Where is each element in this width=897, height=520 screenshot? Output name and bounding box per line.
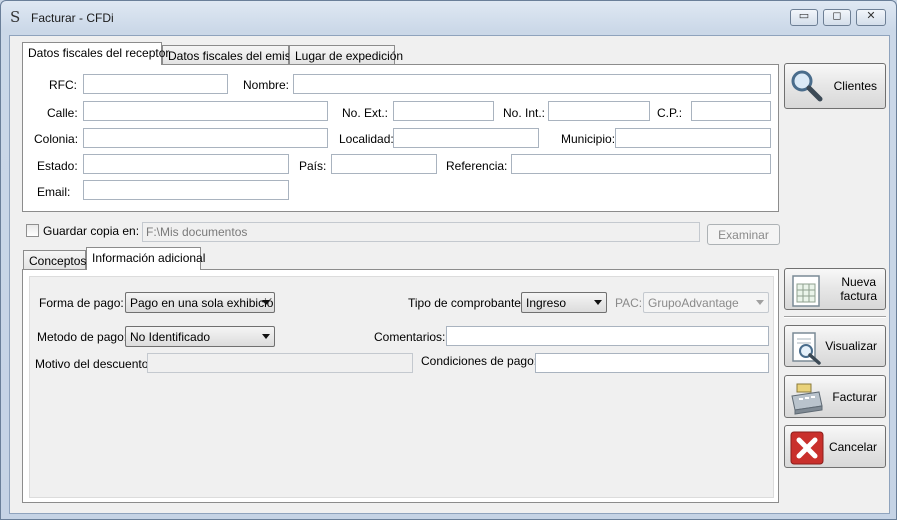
tab-conceptos[interactable]: Conceptos — [23, 250, 86, 271]
cp-label: C.P.: — [657, 106, 683, 120]
red-x-icon — [790, 431, 824, 465]
nueva-factura-line2: factura — [840, 289, 877, 303]
tipo-comprobante-select[interactable]: Ingreso — [521, 292, 607, 313]
magnifier-icon — [791, 70, 823, 102]
cancelar-label: Cancelar — [828, 439, 877, 454]
motivo-descuento-input[interactable] — [147, 353, 413, 373]
email-label: Email: — [37, 185, 71, 199]
pais-input[interactable] — [331, 154, 437, 174]
receptor-panel: RFC: Nombre: Calle: No. Ext.: No. Int.: … — [22, 64, 779, 212]
pac-select[interactable]: GrupoAdvantage — [643, 292, 769, 313]
visualizar-button[interactable]: Visualizar — [784, 325, 886, 367]
chevron-down-icon — [262, 334, 270, 339]
guardar-copia-label: Guardar copia en: — [43, 224, 140, 238]
referencia-input[interactable] — [511, 154, 771, 174]
side-separator — [784, 316, 886, 318]
estado-label: Estado: — [37, 159, 78, 173]
cancelar-button[interactable]: Cancelar — [784, 425, 886, 468]
guardar-path-input[interactable]: F:\Mis documentos — [142, 222, 700, 242]
clientes-button[interactable]: Clientes — [784, 63, 886, 109]
rfc-label: RFC: — [49, 78, 77, 92]
info-inner: Forma de pago: Pago en una sola exhibici… — [29, 276, 774, 498]
title-bar[interactable]: S Facturar - CFDi ▭ ◻ ✕ — [1, 1, 896, 35]
email-input[interactable] — [83, 180, 289, 200]
forma-pago-select[interactable]: Pago en una sola exhibició — [125, 292, 275, 313]
colonia-input[interactable] — [83, 128, 328, 148]
referencia-label: Referencia: — [446, 159, 508, 173]
chevron-down-icon — [262, 300, 270, 305]
visualizar-label: Visualizar — [825, 339, 877, 353]
comentarios-label: Comentarios: — [374, 330, 446, 344]
chevron-down-icon — [756, 300, 764, 305]
municipio-input[interactable] — [615, 128, 771, 148]
cash-register-icon — [791, 383, 823, 415]
examinar-button[interactable]: Examinar — [707, 224, 780, 245]
localidad-input[interactable] — [393, 128, 539, 148]
nombre-label: Nombre: — [243, 78, 290, 92]
tab-datos-emisor[interactable]: Datos fiscales del emisor — [162, 45, 301, 66]
municipio-label: Municipio: — [561, 132, 616, 146]
calle-label: Calle: — [47, 106, 78, 120]
spreadsheet-icon — [792, 275, 820, 307]
comentarios-input[interactable] — [446, 326, 769, 346]
no-int-label: No. Int.: — [503, 106, 546, 120]
close-icon: ✕ — [866, 10, 876, 22]
nueva-factura-line1: Nueva — [841, 275, 876, 289]
main-window: S Facturar - CFDi ▭ ◻ ✕ Datos fiscales d… — [0, 0, 897, 520]
tipo-comprobante-value: Ingreso — [526, 296, 567, 310]
close-button[interactable]: ✕ — [856, 9, 886, 26]
colonia-label: Colonia: — [34, 132, 79, 146]
cp-input[interactable] — [691, 101, 771, 121]
metodo-pago-label: Metodo de pago: — [37, 330, 128, 344]
app-icon: S — [10, 8, 21, 26]
minimize-button[interactable]: ▭ — [790, 9, 818, 26]
document-preview-icon — [792, 332, 821, 365]
metodo-pago-select[interactable]: No Identificado — [125, 326, 275, 347]
chevron-down-icon — [594, 300, 602, 305]
tab-lugar-expedicion[interactable]: Lugar de expedición — [289, 45, 403, 66]
metodo-pago-value: No Identificado — [130, 330, 211, 344]
tab-informacion-adicional[interactable]: Información adicional — [86, 247, 205, 270]
client-area: Datos fiscales del receptor Datos fiscal… — [9, 35, 890, 514]
facturar-button[interactable]: Facturar — [784, 375, 886, 418]
nueva-factura-button[interactable]: Nueva factura — [784, 268, 886, 310]
pac-value: GrupoAdvantage — [648, 296, 739, 310]
tab-datos-receptor[interactable]: Datos fiscales del receptor — [22, 42, 169, 65]
pais-label: País: — [299, 159, 327, 173]
minimize-icon: ▭ — [798, 10, 810, 22]
forma-pago-label: Forma de pago: — [39, 296, 124, 310]
nombre-input[interactable] — [293, 74, 771, 94]
clientes-label: Clientes — [833, 79, 877, 93]
no-int-input[interactable] — [548, 101, 650, 121]
rfc-input[interactable] — [83, 74, 228, 94]
guardar-copia-checkbox[interactable] — [26, 224, 39, 237]
pac-label: PAC: — [615, 296, 643, 310]
no-ext-input[interactable] — [393, 101, 494, 121]
info-panel: Forma de pago: Pago en una sola exhibici… — [22, 269, 779, 503]
window-title: Facturar - CFDi — [31, 11, 114, 25]
calle-input[interactable] — [83, 101, 328, 121]
nueva-factura-label: Nueva factura — [840, 269, 877, 309]
no-ext-label: No. Ext.: — [342, 106, 389, 120]
condiciones-pago-input[interactable] — [535, 353, 769, 373]
tipo-comprobante-label: Tipo de comprobante: — [408, 296, 525, 310]
motivo-descuento-label: Motivo del descuento: — [35, 357, 152, 371]
estado-input[interactable] — [83, 154, 289, 174]
facturar-label: Facturar — [832, 389, 877, 404]
maximize-icon: ◻ — [832, 10, 842, 22]
maximize-button[interactable]: ◻ — [823, 9, 851, 26]
forma-pago-value: Pago en una sola exhibició — [130, 296, 274, 310]
localidad-label: Localidad: — [339, 132, 394, 146]
condiciones-pago-label: Condiciones de pago: — [421, 354, 538, 368]
